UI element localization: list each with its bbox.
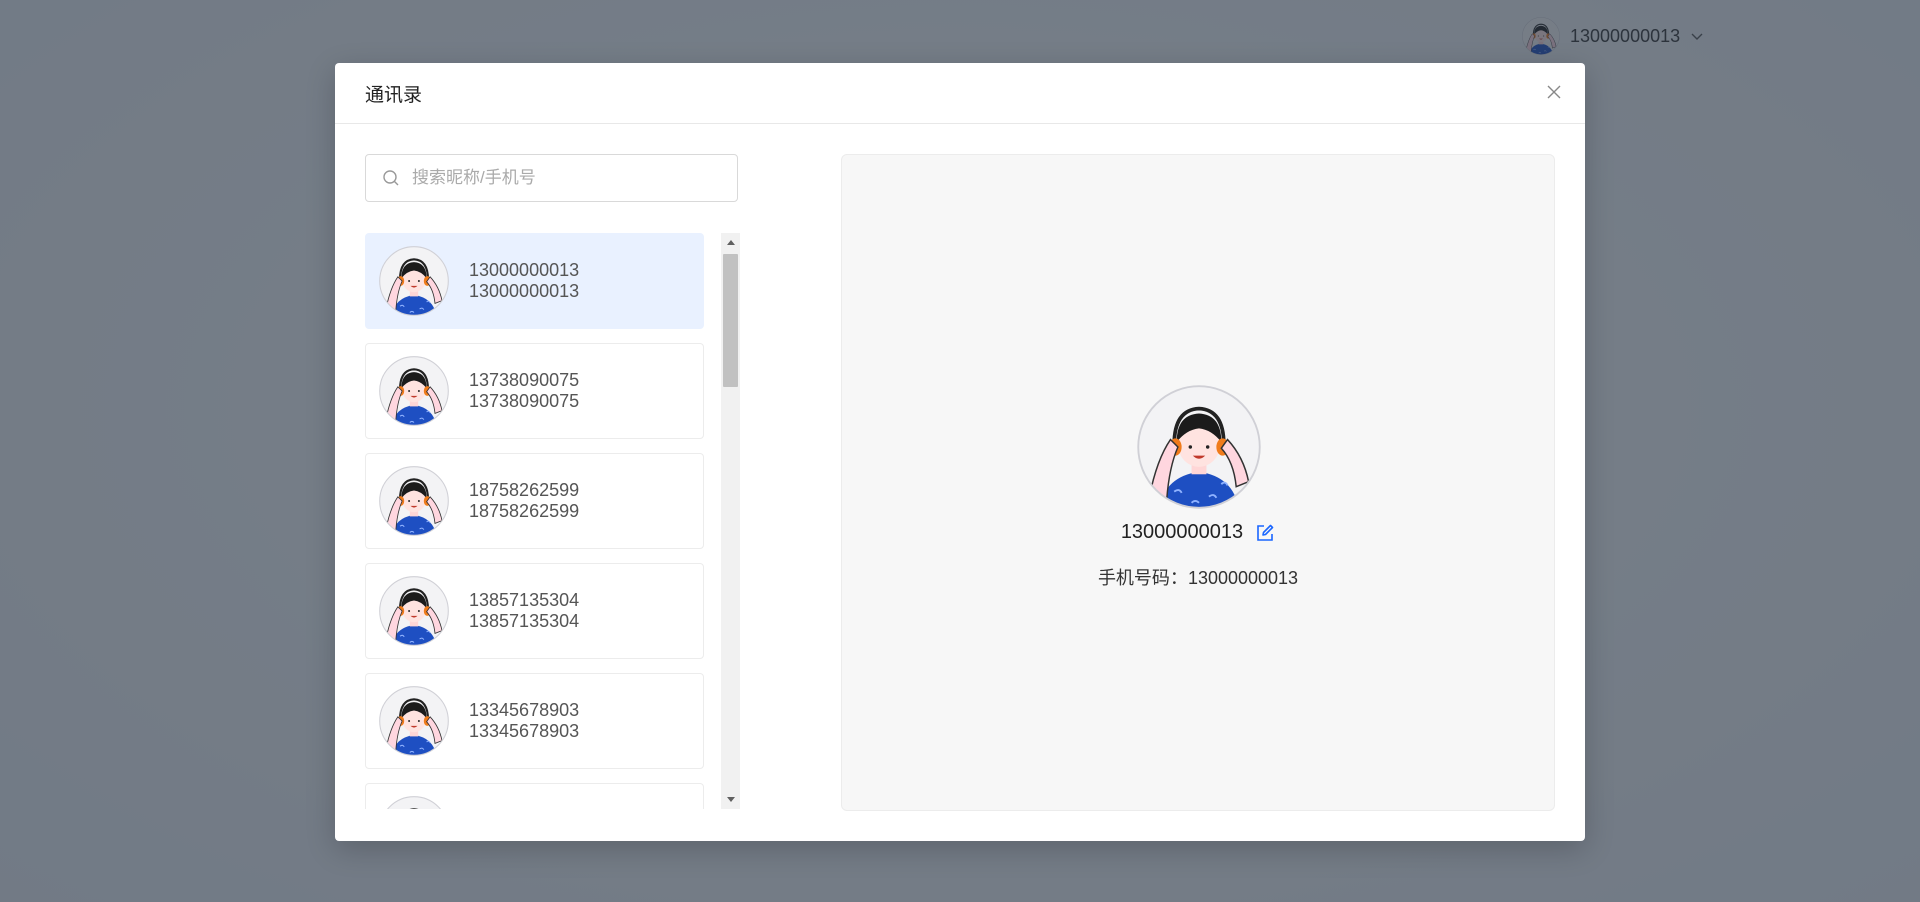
triangle-up-icon bbox=[726, 240, 735, 245]
edit-icon[interactable] bbox=[1255, 523, 1275, 543]
avatar-girl-headphones-icon bbox=[379, 466, 449, 536]
contact-info: 13000000013 13000000013 bbox=[469, 260, 579, 302]
contact-nickname: 13857135304 bbox=[469, 590, 580, 610]
close-button[interactable] bbox=[1543, 81, 1565, 103]
detail-phone-value: 13000000013 bbox=[1187, 568, 1299, 588]
contact-phone: 13345678903 bbox=[469, 721, 580, 741]
contact-phone: 13738090075 bbox=[469, 391, 580, 411]
contact-item[interactable]: 18758262599 18758262599 bbox=[365, 453, 704, 549]
avatar-girl-headphones-icon bbox=[1137, 385, 1261, 509]
list-scrollbar[interactable] bbox=[721, 233, 740, 809]
search-input[interactable] bbox=[410, 167, 714, 189]
contact-item[interactable]: 13857135304 13857135304 bbox=[365, 563, 704, 659]
contact-list-column bbox=[365, 154, 740, 202]
search-icon bbox=[383, 170, 399, 186]
scrollbar-thumb[interactable] bbox=[723, 254, 738, 387]
contact-list: 13000000013 13000000013 13738090075 1373… bbox=[365, 233, 704, 809]
scroll-up-button[interactable] bbox=[721, 233, 740, 251]
contacts-dialog: 通讯录 13000000013 13000000013 bbox=[335, 63, 1585, 841]
contact-nickname: 13345678903 bbox=[469, 700, 580, 720]
contact-item[interactable]: 13345678903 13345678903 bbox=[365, 673, 704, 769]
contact-nickname: 13000000013 bbox=[469, 260, 580, 280]
contact-item[interactable] bbox=[365, 783, 704, 809]
contact-nickname: 13738090075 bbox=[469, 370, 580, 390]
avatar-girl-headphones-icon bbox=[379, 246, 449, 316]
contact-list-viewport[interactable]: 13000000013 13000000013 13738090075 1373… bbox=[365, 233, 740, 809]
detail-phone-row: 手机号码：13000000013 bbox=[842, 564, 1554, 590]
contact-info: 13345678903 13345678903 bbox=[469, 700, 579, 742]
contact-item[interactable]: 13738090075 13738090075 bbox=[365, 343, 704, 439]
contact-phone: 13857135304 bbox=[469, 611, 580, 631]
close-icon bbox=[1547, 85, 1561, 99]
dialog-title: 通讯录 bbox=[365, 84, 423, 106]
contact-info: 18758262599 18758262599 bbox=[469, 480, 579, 522]
dialog-header: 通讯录 bbox=[335, 63, 1585, 124]
avatar-girl-headphones-icon bbox=[379, 796, 449, 809]
contact-phone: 18758262599 bbox=[469, 501, 580, 521]
detail-name-row: 13000000013 bbox=[842, 521, 1554, 544]
scroll-down-button[interactable] bbox=[721, 791, 740, 809]
contact-phone: 13000000013 bbox=[469, 281, 580, 301]
contact-detail-panel: 13000000013 手机号码：13000000013 bbox=[841, 154, 1555, 811]
avatar-girl-headphones-icon bbox=[379, 356, 449, 426]
avatar-girl-headphones-icon bbox=[379, 686, 449, 756]
contact-item[interactable]: 13000000013 13000000013 bbox=[365, 233, 704, 329]
contact-info: 13738090075 13738090075 bbox=[469, 370, 579, 412]
triangle-down-icon bbox=[726, 797, 735, 802]
avatar-girl-headphones-icon bbox=[379, 576, 449, 646]
search-box[interactable] bbox=[365, 154, 738, 202]
contact-nickname: 18758262599 bbox=[469, 480, 580, 500]
detail-phone-label: 手机号码： bbox=[1097, 568, 1188, 588]
contact-info: 13857135304 13857135304 bbox=[469, 590, 579, 632]
detail-nickname: 13000000013 bbox=[1120, 521, 1244, 543]
